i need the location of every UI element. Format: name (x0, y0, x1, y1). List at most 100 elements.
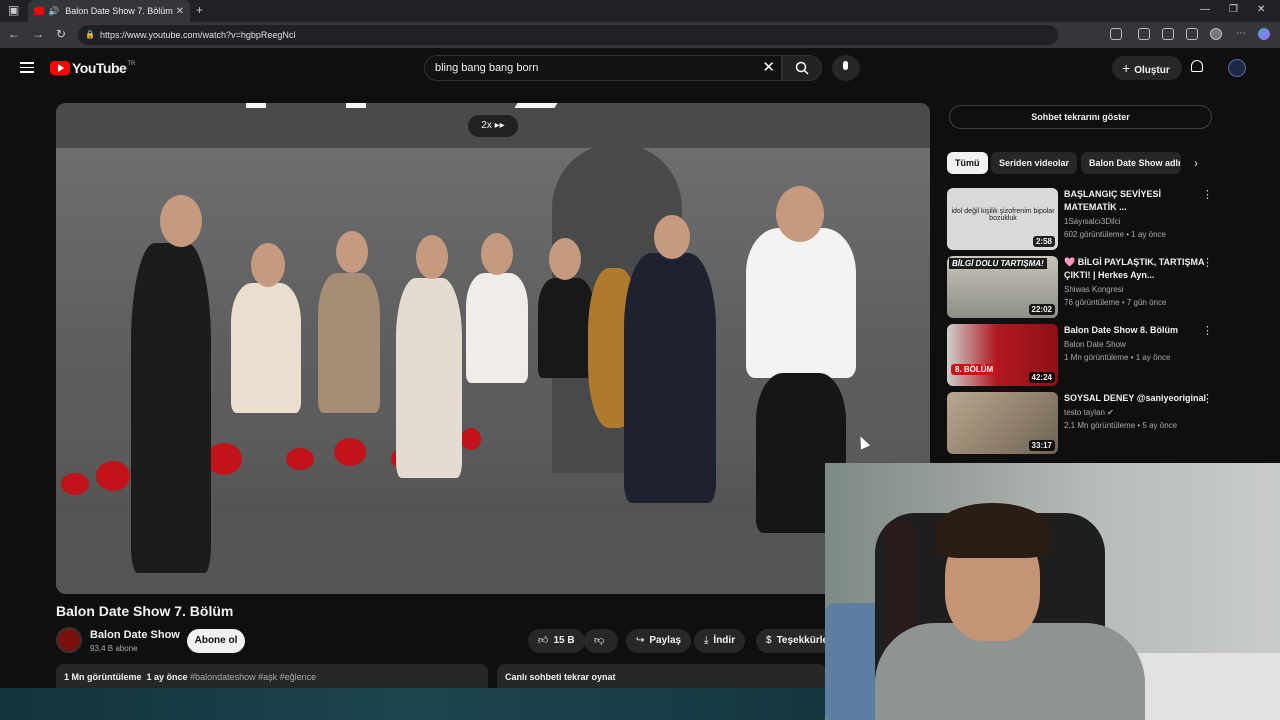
recommendation-thumbnail[interactable]: BİLGİ DOLU TARTIŞMA! 22:02 (947, 256, 1058, 318)
duration-badge: 33:17 (1028, 440, 1055, 451)
thumbnail-text: idol değil kişilik şizofrenim bipolar bo… (951, 208, 1055, 222)
head (251, 243, 285, 287)
menu-icon[interactable] (20, 62, 34, 76)
white-shirt-man (746, 228, 856, 378)
chevron-right-icon[interactable]: › (1194, 156, 1198, 170)
recommendation-channel[interactable]: testo taylan ✔ (1064, 408, 1114, 417)
copilot-icon[interactable] (1258, 28, 1270, 40)
recommendation-channel[interactable]: Shiwas Kongresi (1064, 285, 1124, 294)
clear-search-icon[interactable]: ✕ (762, 56, 775, 80)
more-options-icon[interactable]: ⋮ (1202, 392, 1213, 405)
head (416, 235, 448, 279)
share-label: Paylaş (649, 635, 682, 646)
shield-icon[interactable] (1186, 28, 1198, 40)
youtube-play-icon (50, 61, 70, 75)
forward-icon[interactable]: → (32, 27, 44, 41)
description-box[interactable]: 1 Mn görüntüleme 1 ay önce #balondatesho… (56, 664, 488, 690)
extension-icon[interactable] (1138, 28, 1150, 40)
hashtags[interactable]: #balondateshow #aşk #eğlence (190, 672, 316, 682)
search-value: bling bang bang born (435, 62, 539, 74)
thanks-icon: $ (766, 635, 772, 646)
address-bar[interactable]: 🔒 https://www.youtube.com/watch?v=hgbpRe… (78, 25, 1058, 45)
share-button[interactable]: ↪ Paylaş (626, 629, 692, 653)
recommendation-title[interactable]: 🩷 BİLGİ PAYLAŞTIK, TARTIŞMA ÇIKTI! | Her… (1064, 256, 1209, 282)
search-button[interactable] (782, 55, 822, 81)
recommendation-channel[interactable]: Balon Date Show (1064, 340, 1126, 349)
tab-actions-icon[interactable]: ▣ (8, 3, 19, 17)
host-left (131, 243, 211, 573)
maximize-icon[interactable]: ❐ (1229, 4, 1238, 15)
thumbs-up-icon: 👍︎ (538, 635, 549, 646)
create-label: Oluştur (1134, 65, 1170, 76)
head (160, 195, 202, 247)
notifications-icon[interactable] (1191, 60, 1203, 72)
recommendation-item[interactable]: 8. BÖLÜM 42:24 Balon Date Show 8. Bölüm … (947, 324, 1219, 386)
head (654, 215, 690, 259)
video-player[interactable]: 2x ▸▸ (56, 103, 930, 594)
balloon (61, 473, 89, 495)
head (336, 231, 368, 273)
like-button[interactable]: 👍︎ 15 B (528, 629, 585, 653)
youtube-logo[interactable]: YouTube TR (50, 60, 135, 76)
subscribe-button[interactable]: Abone ol (187, 629, 245, 653)
recommendation-title[interactable]: SOYSAL DENEY @saniyeoriginal (1064, 392, 1209, 405)
contestant-5 (538, 278, 594, 378)
plus-icon: + (1122, 60, 1131, 76)
recommendation-title[interactable]: BAŞLANGIÇ SEVİYESİ MATEMATİK ... (1064, 188, 1209, 214)
back-icon[interactable]: ← (8, 27, 20, 41)
minimize-icon[interactable]: — (1200, 4, 1210, 15)
close-tab-icon[interactable]: ✕ (176, 6, 184, 17)
reload-icon[interactable]: ↻ (56, 27, 66, 41)
account-avatar[interactable] (1228, 59, 1246, 77)
ceiling-light (246, 103, 266, 108)
recommendation-item[interactable]: idol değil kişilik şizofrenim bipolar bo… (947, 188, 1219, 250)
download-icon: ⤓ (704, 635, 709, 646)
radiator (1135, 653, 1280, 720)
more-options-icon[interactable]: ⋮ (1202, 188, 1213, 201)
search-input[interactable]: bling bang bang born ✕ (424, 55, 782, 81)
contestant-2 (318, 273, 380, 413)
logo-text: YouTube (72, 60, 127, 76)
verified-icon: ✔ (1107, 408, 1114, 417)
recommendation-thumbnail[interactable]: 33:17 (947, 392, 1058, 454)
contestant-3 (396, 278, 462, 478)
thanks-button[interactable]: $ Teşekkürler (756, 629, 825, 653)
favorites-icon[interactable] (1162, 28, 1174, 40)
chip-series[interactable]: Seriden videolar (991, 152, 1078, 174)
balloon (334, 438, 366, 466)
voice-search-icon[interactable] (832, 55, 860, 81)
balloon (206, 443, 242, 475)
browser-toolbar: ← → ↻ 🔒 https://www.youtube.com/watch?v=… (0, 22, 1280, 48)
new-tab-icon[interactable]: + (196, 3, 203, 17)
channel-avatar[interactable] (56, 627, 82, 653)
recommendation-thumbnail[interactable]: idol değil kişilik şizofrenim bipolar bo… (947, 188, 1058, 250)
url-text: https://www.youtube.com/watch?v=hgbpReeg… (100, 30, 296, 40)
browser-tab-bar: ▣ 🔊 Balon Date Show 7. Bölüm ✕ + — ❐ ✕ (0, 0, 1280, 22)
more-options-icon[interactable]: ⋮ (1202, 256, 1213, 269)
browser-tab[interactable]: 🔊 Balon Date Show 7. Bölüm ✕ (28, 0, 190, 22)
chip-channel[interactable]: Balon Date Show adlı (1081, 152, 1181, 174)
show-chat-replay-button[interactable]: Sohbet tekrarını göster (949, 105, 1212, 129)
recommendation-item[interactable]: BİLGİ DOLU TARTIŞMA! 22:02 🩷 BİLGİ PAYLA… (947, 256, 1219, 318)
refresh-ext-icon[interactable] (1110, 28, 1122, 40)
recommendation-thumbnail[interactable]: 8. BÖLÜM 42:24 (947, 324, 1058, 386)
chip-all[interactable]: Tümü (947, 152, 988, 174)
thumbs-down-icon: 👎︎ (594, 635, 605, 646)
recommendation-title[interactable]: Balon Date Show 8. Bölüm (1064, 324, 1209, 337)
speaker-icon[interactable]: 🔊 (48, 6, 59, 17)
channel-name[interactable]: Balon Date Show (90, 629, 180, 641)
dislike-button[interactable]: 👎︎ (584, 629, 618, 653)
more-options-icon[interactable]: ⋮ (1202, 324, 1213, 337)
recommendation-item[interactable]: 33:17 SOYSAL DENEY @saniyeoriginal testo… (947, 392, 1219, 454)
video-title: Balon Date Show 7. Bölüm (56, 603, 234, 619)
chat-replay-panel[interactable]: Canlı sohbeti tekrar oynat (497, 664, 827, 690)
download-button[interactable]: ⤓ İndir (694, 629, 746, 653)
more-menu-icon[interactable]: ⋯ (1236, 28, 1248, 40)
recommendation-meta: 76 görüntüleme • 7 gün önce (1064, 298, 1167, 307)
create-button[interactable]: + Oluştur (1112, 56, 1182, 80)
recommendation-meta: 602 görüntüleme • 1 ay önce (1064, 230, 1166, 239)
profile-avatar[interactable] (1210, 28, 1222, 40)
close-window-icon[interactable]: ✕ (1257, 4, 1265, 15)
recommendation-channel[interactable]: 1Sayısalcı3Dilci (1064, 217, 1120, 226)
head (481, 233, 513, 275)
